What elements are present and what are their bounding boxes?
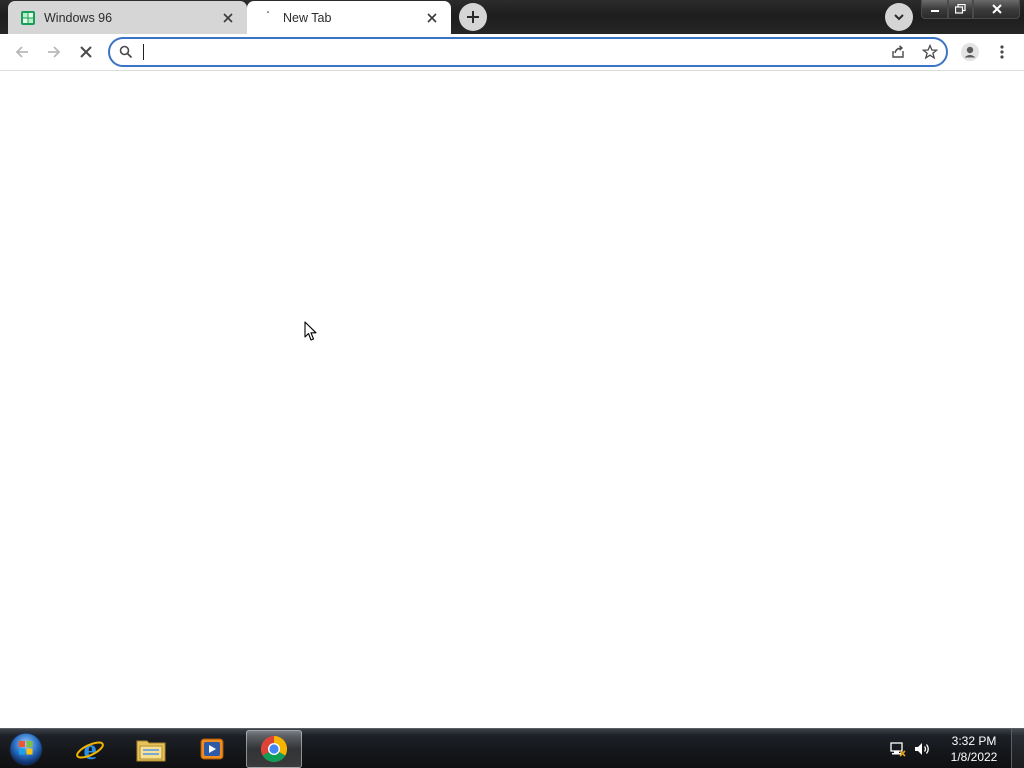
taskbar-internet-explorer[interactable]: e (62, 730, 118, 768)
mouse-cursor-icon (304, 321, 318, 347)
star-icon (922, 44, 938, 60)
svg-text:e: e (83, 734, 96, 764)
show-desktop-button[interactable] (1011, 729, 1024, 768)
profile-icon (961, 43, 979, 61)
share-button[interactable] (882, 39, 914, 65)
text-caret (143, 44, 144, 60)
file-explorer-icon (136, 740, 166, 762)
arrow-right-icon (48, 46, 61, 58)
close-tab-icon[interactable] (219, 9, 237, 27)
taskbar-file-explorer[interactable] (123, 730, 179, 768)
stop-icon (80, 46, 92, 58)
start-button[interactable] (6, 730, 46, 768)
close-icon (991, 4, 1002, 14)
bookmark-button[interactable] (914, 39, 946, 65)
loading-spinner-icon (259, 10, 275, 26)
menu-button[interactable] (988, 38, 1016, 66)
minimize-button[interactable] (921, 0, 948, 19)
tab-new-tab[interactable]: New Tab (247, 1, 451, 34)
forward-button[interactable] (40, 38, 68, 66)
taskbar: e 3:32 PM 1/8/2022 (0, 728, 1024, 768)
taskbar-chrome[interactable] (246, 730, 302, 768)
tab-title: New Tab (283, 10, 332, 25)
arrow-left-icon (15, 46, 28, 58)
page-content (0, 72, 1024, 728)
taskbar-media-player[interactable] (184, 730, 240, 768)
media-player-icon (200, 738, 224, 760)
close-window-button[interactable] (973, 0, 1020, 19)
tab-strip: Windows 96 New Tab (0, 0, 1024, 34)
chevron-down-icon (894, 14, 904, 21)
windows96-icon (20, 10, 36, 26)
back-button[interactable] (8, 38, 36, 66)
restore-icon (955, 4, 966, 14)
windows-start-orb-icon (9, 732, 43, 766)
window-controls (921, 0, 1020, 20)
tab-windows-96[interactable]: Windows 96 (8, 1, 247, 34)
restore-button[interactable] (948, 0, 973, 19)
taskbar-clock[interactable]: 3:32 PM 1/8/2022 (940, 733, 1008, 765)
profile-button[interactable] (956, 38, 984, 66)
internet-explorer-icon: e (76, 734, 104, 764)
stop-button[interactable] (72, 38, 100, 66)
share-icon (892, 45, 904, 58)
tab-title: Windows 96 (44, 10, 113, 25)
system-tray (886, 729, 934, 768)
address-bar[interactable] (108, 37, 948, 67)
browser-toolbar (0, 34, 1024, 71)
clock-time: 3:32 PM (951, 734, 997, 748)
chrome-icon (260, 735, 288, 763)
network-icon[interactable] (886, 737, 910, 761)
close-tab-icon[interactable] (423, 9, 441, 27)
plus-icon (467, 11, 479, 23)
address-input[interactable] (142, 40, 882, 64)
clock-date: 1/8/2022 (950, 750, 998, 764)
volume-icon[interactable] (910, 737, 934, 761)
new-tab-button[interactable] (459, 3, 487, 31)
kebab-menu-icon (1000, 45, 1004, 59)
tab-search-button[interactable] (885, 3, 913, 31)
search-icon (110, 45, 142, 59)
minimize-icon (930, 10, 939, 12)
